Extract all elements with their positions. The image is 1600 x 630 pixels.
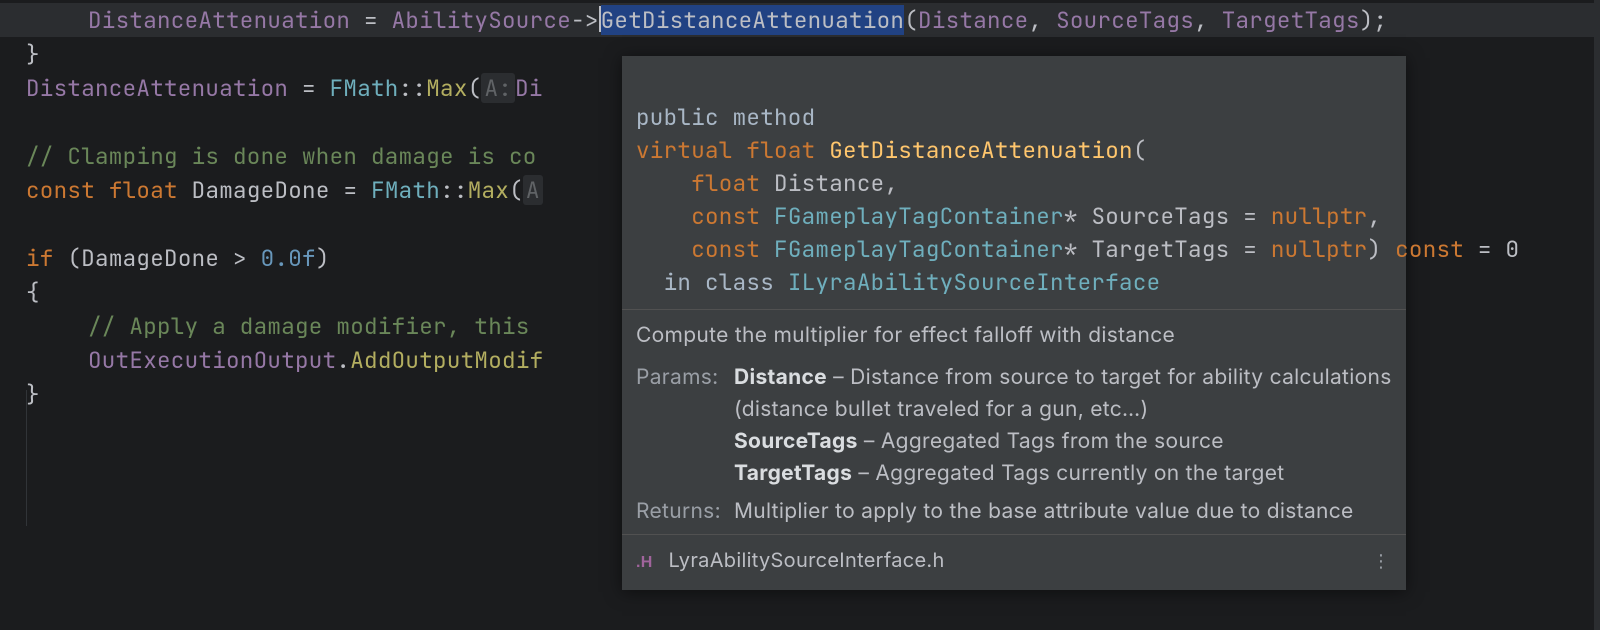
declaring-file: LyraAbilitySourceInterface.h: [669, 548, 945, 572]
documentation-block: Compute the multiplier for effect fallof…: [622, 310, 1406, 535]
comment: // Apply a damage modifier, this: [88, 311, 543, 341]
indent-guide: [26, 390, 27, 526]
doc-summary: Compute the multiplier for effect fallof…: [636, 320, 1392, 352]
comment: // Clamping is done when damage is co: [26, 141, 537, 171]
signature-block: public method virtual float GetDistanceA…: [622, 56, 1406, 310]
doc-params: Params: Distance – Distance from source …: [636, 362, 1392, 490]
doc-returns: Returns: Multiplier to apply to the base…: [636, 496, 1392, 528]
code-editor[interactable]: DistanceAttenuation = AbilitySource->Get…: [0, 0, 1600, 630]
doc-returns-label: Returns:: [636, 496, 734, 528]
editor-scrollbar[interactable]: [1594, 0, 1600, 630]
header-file-icon: .H: [636, 554, 653, 571]
inlay-hint: A:: [481, 73, 515, 103]
inlay-hint: A: [523, 175, 543, 205]
code-line[interactable]: DistanceAttenuation = AbilitySource->Get…: [0, 3, 1600, 37]
more-actions-icon[interactable]: ⋮: [1372, 545, 1392, 579]
documentation-footer: .H LyraAbilitySourceInterface.h ⋮: [622, 535, 1406, 590]
selected-symbol: GetDistanceAttenuation: [601, 5, 905, 35]
doc-params-label: Params:: [636, 362, 734, 490]
quick-documentation-popup[interactable]: public method virtual float GetDistanceA…: [622, 56, 1406, 590]
identifier: DistanceAttenuation: [88, 5, 350, 35]
